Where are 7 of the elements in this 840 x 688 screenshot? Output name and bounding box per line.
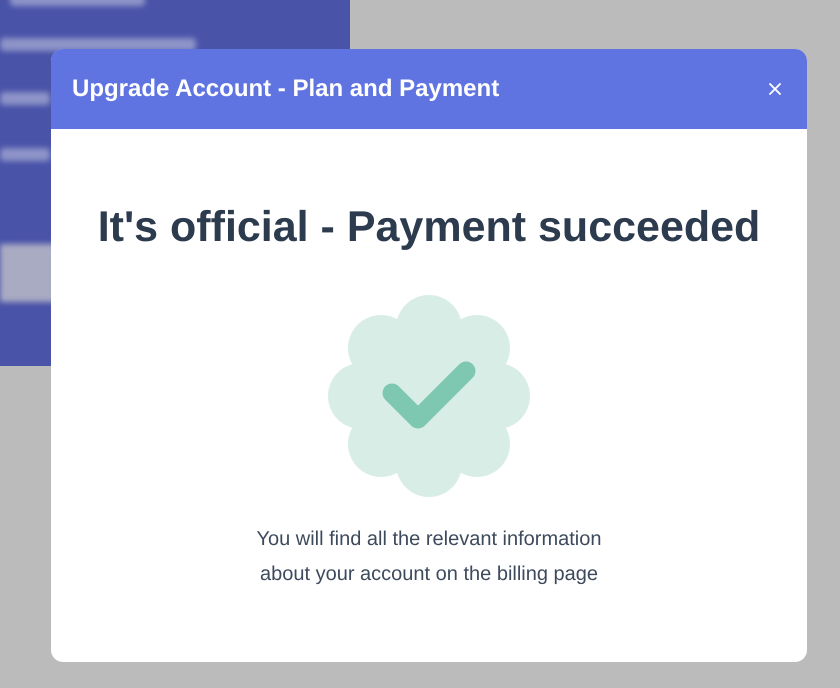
blurred-text-line [0, 92, 50, 105]
blurred-text-line [0, 148, 50, 161]
check-badge-icon [328, 295, 530, 497]
dialog-title: Upgrade Account - Plan and Payment [72, 74, 500, 104]
close-icon [769, 83, 781, 95]
success-message: You will find all the relevant information about your account on the billing page [255, 527, 602, 587]
success-heading: It's official - Payment succeeded [98, 203, 760, 251]
